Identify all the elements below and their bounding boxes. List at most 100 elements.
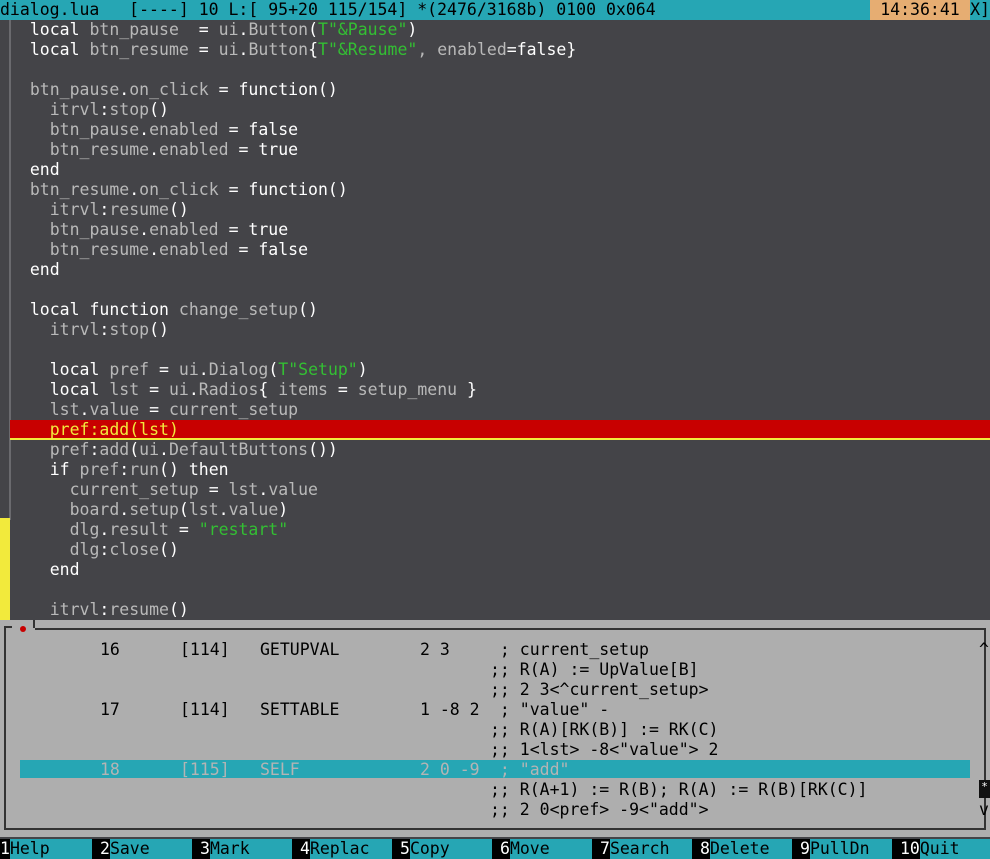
fkey-number: 7 [600, 839, 610, 858]
code-token: . [129, 180, 140, 199]
code-line[interactable]: dlg.result = "restart" [10, 520, 289, 540]
code-token: true [238, 220, 289, 239]
fkey-mark[interactable]: 3Mark [200, 839, 300, 859]
fkey-help[interactable]: 1Help [0, 839, 100, 859]
code-token: ( [268, 360, 279, 379]
bytecode-addr: [114] [180, 640, 230, 659]
code-token: run [129, 460, 160, 479]
code-token: . [139, 220, 150, 239]
code-token: . [159, 440, 169, 459]
code-token: enabled [149, 120, 229, 139]
code-token: . [149, 240, 160, 259]
fkey-search[interactable]: 7Search [600, 839, 700, 859]
bytecode-panel[interactable]: 16 [114] GETUPVAL 2 3 ; current_setup;; R(A… [0, 620, 990, 837]
scrollbar-thumb[interactable]: * [979, 780, 990, 798]
code-editor[interactable]: local btn_pause = ui.Button(T"&Pause") l… [0, 20, 990, 620]
fkey-save[interactable]: 2Save [100, 839, 200, 859]
code-token: dlg [10, 520, 100, 539]
file-info: [----] 10 L:[ 95+20 115/154] *(2476/3168… [129, 0, 656, 19]
code-token: lst [99, 380, 150, 399]
fkey-copy[interactable]: 5Copy [400, 839, 500, 859]
code-token: ui [208, 20, 239, 39]
code-line[interactable]: btn_resume.enabled = true [10, 140, 298, 160]
bytecode-comment: ;; R(A+1) := R(B); R(A) := R(B)[RK(C)] [490, 780, 868, 799]
code-token: . [79, 400, 90, 419]
code-token: = [149, 400, 160, 419]
code-line[interactable]: btn_resume.on_click = function() [10, 180, 348, 200]
code-token: ( [308, 20, 318, 39]
fkey-number: 5 [400, 839, 410, 858]
code-line[interactable]: local function change_setup() [10, 300, 318, 320]
code-line[interactable]: itrvl:stop() [10, 320, 169, 340]
close-button[interactable]: X] [970, 0, 990, 20]
code-line[interactable]: current_setup = lst.value [10, 480, 318, 500]
code-token: T [318, 20, 328, 39]
bytecode-comment: ; "add" [490, 760, 570, 779]
code-token: = [238, 240, 249, 259]
code-token: end [29, 160, 60, 179]
code-line[interactable]: pref:add(ui.DefaultButtons()) [10, 440, 338, 460]
code-token: } [467, 380, 477, 399]
code-token: . [139, 120, 150, 139]
code-line[interactable]: itrvl:resume() [10, 200, 189, 220]
clock: 14:36:41 [870, 0, 970, 20]
code-line[interactable]: end [10, 160, 60, 180]
code-token: "&Pause" [327, 20, 408, 39]
code-line[interactable]: btn_resume.enabled = false [10, 240, 308, 260]
fkey-number: 1 [0, 839, 10, 858]
code-token: pref [69, 460, 120, 479]
code-line[interactable]: local lst = ui.Radios{ items = setup_men… [10, 380, 477, 400]
code-line[interactable]: itrvl:resume() [10, 600, 189, 620]
code-line[interactable]: pref:add(lst) [10, 420, 179, 440]
code-line[interactable]: end [10, 260, 60, 280]
code-line[interactable]: dlg:close() [10, 540, 179, 560]
scroll-down-arrow[interactable]: v [978, 800, 990, 820]
code-token: . [238, 40, 249, 59]
bytecode-op: GETUPVAL [260, 640, 340, 659]
code-token: = [149, 380, 160, 399]
code-line[interactable]: local btn_pause = ui.Button(T"&Pause") [10, 20, 417, 40]
panel-border [33, 620, 35, 628]
bytecode-comment: ;; 2 3<^current_setup> [490, 680, 709, 699]
code-line[interactable]: local btn_resume = ui.Button{T"&Resume",… [10, 40, 576, 60]
code-line[interactable]: board.setup(lst.value) [10, 500, 289, 520]
code-token: value [228, 500, 279, 519]
code-token: local [49, 360, 100, 379]
code-line[interactable]: itrvl:stop() [10, 100, 169, 120]
fkey-number: 2 [100, 839, 110, 858]
code-token: . [119, 500, 130, 519]
fkey-pulldn[interactable]: 9PullDn [800, 839, 900, 859]
code-token: enabled [159, 140, 239, 159]
fkey-move[interactable]: 6Move [500, 839, 600, 859]
bytecode-op: SETTABLE [260, 700, 340, 719]
code-token: ui [208, 40, 239, 59]
fkey-quit[interactable]: 10Quit [900, 839, 990, 859]
code-token: end [49, 560, 80, 579]
code-line[interactable]: local pref = ui.Dialog(T"Setup") [10, 360, 368, 380]
fkey-replac[interactable]: 4Replac [300, 839, 400, 859]
code-token: itrvl [10, 200, 100, 219]
code-line[interactable]: btn_pause.on_click = function() [10, 80, 338, 100]
fkey-number: 4 [300, 839, 310, 858]
code-line[interactable]: btn_pause.enabled = false [10, 120, 298, 140]
fkey-delete[interactable]: 8Delete [700, 839, 800, 859]
code-token: result [109, 520, 179, 539]
code-token: add [99, 440, 130, 459]
code-token: local [29, 20, 80, 39]
code-token: true [248, 140, 299, 159]
code-token: function [228, 80, 318, 99]
bytecode-op: SELF [260, 760, 300, 779]
code-token: } [566, 40, 577, 59]
code-line[interactable]: lst.value = current_setup [10, 400, 298, 420]
fkey-label: Mark [209, 839, 292, 859]
fkey-number: 3 [200, 839, 210, 858]
code-line[interactable]: end [10, 560, 80, 580]
code-line[interactable]: if pref:run() then [10, 460, 229, 480]
scroll-up-arrow[interactable]: ^ [978, 640, 990, 660]
code-line[interactable]: btn_pause.enabled = true [10, 220, 288, 240]
